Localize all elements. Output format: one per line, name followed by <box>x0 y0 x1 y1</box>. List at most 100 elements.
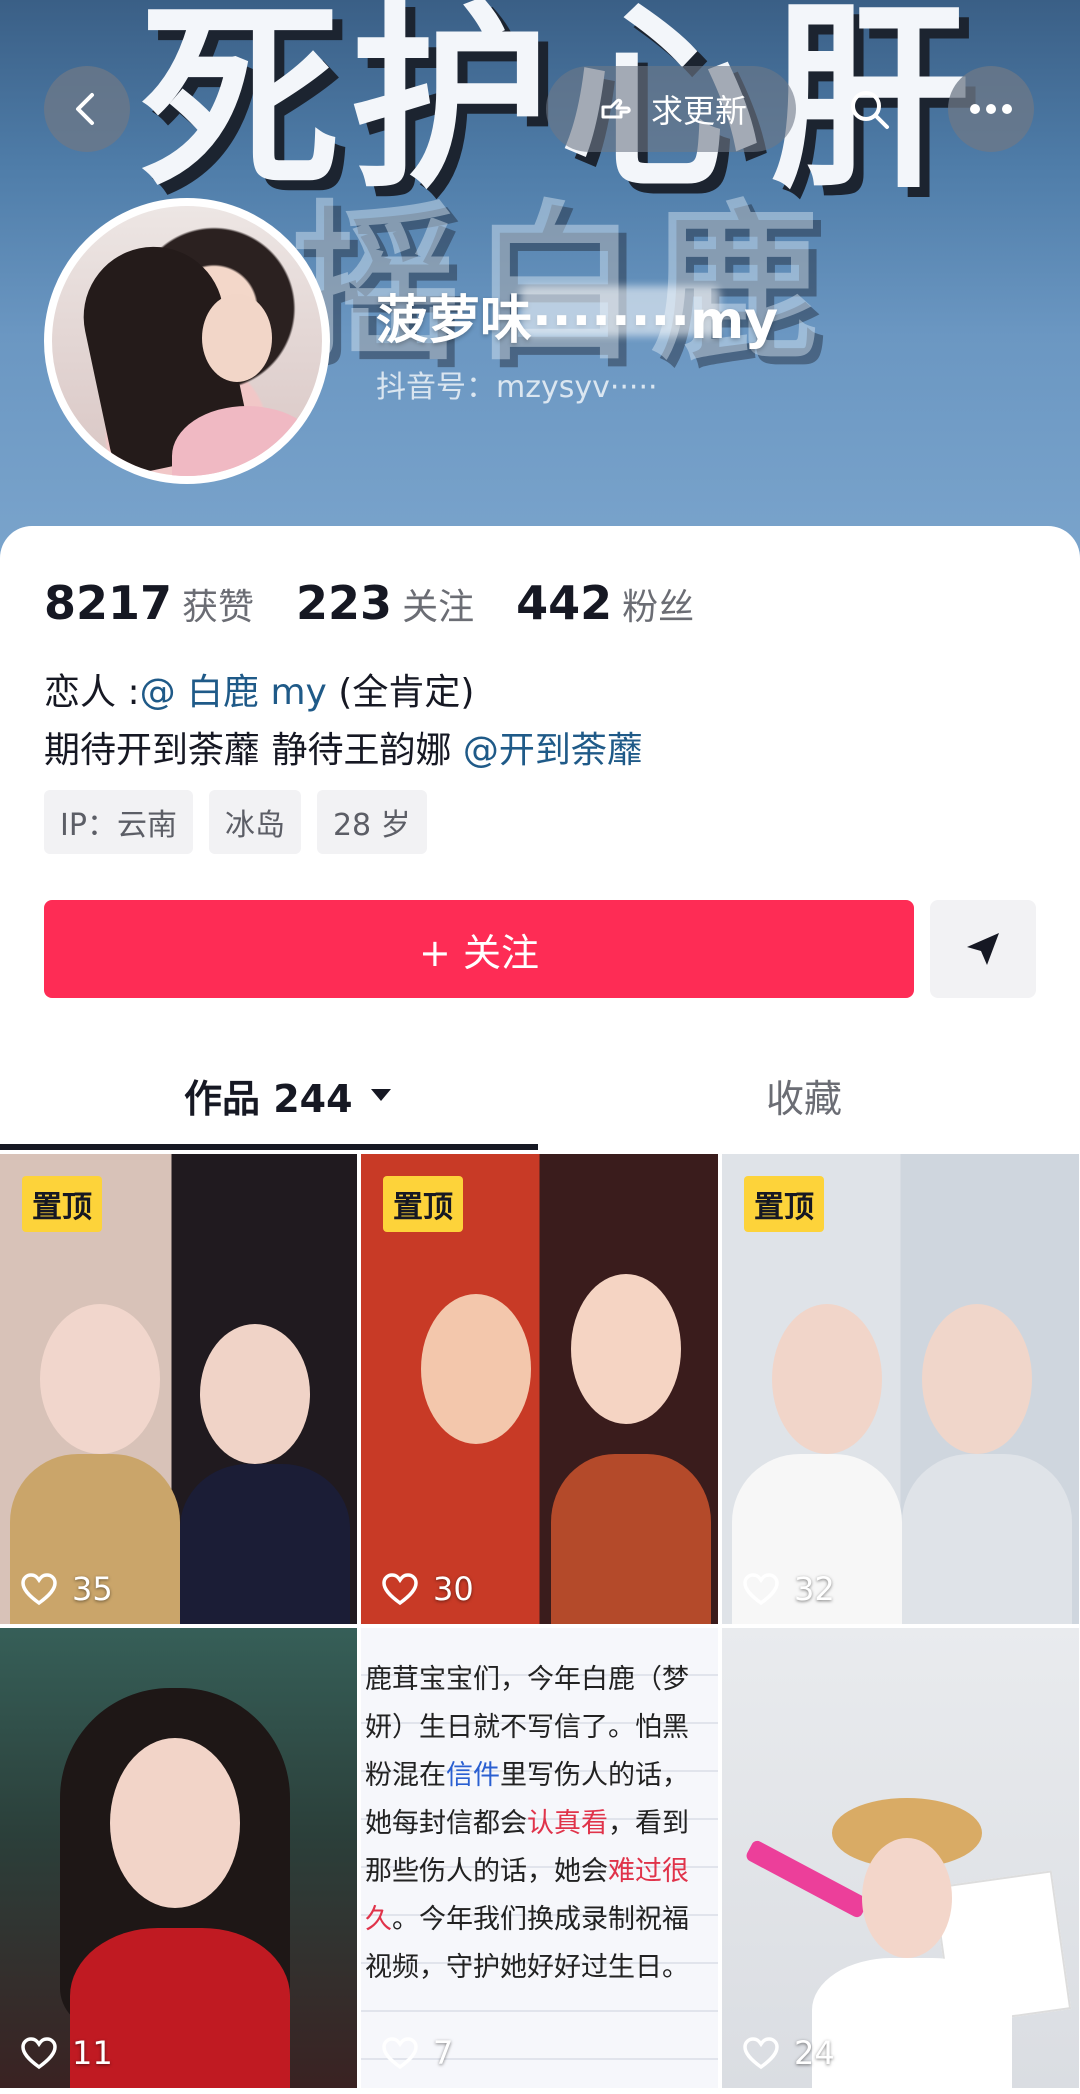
thumb-figure <box>551 1454 711 1624</box>
note-line: 她每封信都会 <box>365 1808 527 1839</box>
heart-icon <box>21 1573 57 1606</box>
like-count-value: 11 <box>72 2034 113 2072</box>
like-count: 35 <box>20 1570 113 1608</box>
bio-mention-kaidaotumi[interactable]: @开到荼蘼 <box>463 730 643 771</box>
like-count: 7 <box>381 2034 453 2072</box>
video-tile[interactable]: 置顶 35 <box>0 1154 357 1624</box>
request-update-button[interactable]: 求更新 <box>546 66 796 152</box>
like-count-value: 35 <box>72 1570 113 1608</box>
more-dots-icon <box>970 104 1012 114</box>
stat-following[interactable]: 223 关注 <box>296 576 474 630</box>
stat-likes[interactable]: 8217 获赞 <box>44 576 254 630</box>
stat-following-value: 223 <box>296 576 393 630</box>
like-count: 30 <box>381 1570 474 1608</box>
bio-line-2: 期待开到荼蘼 静待王韵娜 @开到荼蘼 <box>44 722 643 780</box>
like-count-value: 7 <box>433 2034 454 2072</box>
stat-likes-label: 获赞 <box>182 587 255 628</box>
heart-icon <box>743 2037 779 2070</box>
thumb-figure <box>902 1454 1072 1624</box>
heart-icon <box>382 2037 418 2070</box>
thumb-figure <box>812 1958 1012 2088</box>
stat-followers-value: 442 <box>516 576 613 630</box>
note-line: 鹿茸宝宝们，今年白鹿（ <box>365 1664 662 1695</box>
thumb-figure <box>571 1274 681 1424</box>
like-count: 11 <box>20 2034 113 2072</box>
back-button[interactable] <box>44 66 130 152</box>
stats-row: 8217 获赞 223 关注 442 粉丝 <box>44 576 694 630</box>
bio-line2-prefix: 期待开到荼蘼 静待王韵娜 <box>44 730 463 771</box>
note-line: 粉混在 <box>365 1760 446 1791</box>
thumb-figure <box>200 1324 310 1464</box>
tab-favorites[interactable]: 收藏 <box>766 1046 842 1144</box>
thumb-figure <box>421 1294 531 1444</box>
back-arrow-icon <box>76 93 94 125</box>
tab-works[interactable]: 作品 244 <box>184 1046 395 1144</box>
like-count-value: 30 <box>433 1570 474 1608</box>
profile-card: 8217 获赞 223 关注 442 粉丝 恋人 :@ 白鹿 my (全肯定) 期待开… <box>0 526 1080 2094</box>
tab-favorites-label: 收藏 <box>766 1076 843 1121</box>
like-count: 24 <box>742 2034 835 2072</box>
note-line: 里写伤人的话， <box>500 1760 689 1791</box>
note-highlight: 难过很 <box>608 1856 689 1887</box>
thumb-figure <box>922 1304 1032 1454</box>
request-update-label: 求更新 <box>650 92 747 130</box>
nickname-redaction <box>520 286 720 336</box>
stat-followers[interactable]: 442 粉丝 <box>516 576 694 630</box>
bio: 恋人 :@ 白鹿 my (全肯定) 期待开到荼蘼 静待王韵娜 @开到荼蘼 <box>44 664 643 780</box>
pinned-badge: 置顶 <box>22 1176 102 1232</box>
note-line: 那些伤人的话，她会 <box>365 1856 608 1887</box>
avatar[interactable] <box>44 198 330 484</box>
profile-tags: IP：云南 冰岛 28 岁 <box>44 790 427 854</box>
like-count: 32 <box>742 1570 835 1608</box>
douyin-id[interactable]: 抖音号：mzysyv····· <box>376 362 658 406</box>
search-icon <box>851 91 889 129</box>
triangle-down-icon <box>370 1089 391 1101</box>
heart-icon <box>743 1573 779 1606</box>
tag-ip: IP：云南 <box>44 790 193 854</box>
content-tabs: 作品 244 收藏 <box>0 1046 1080 1144</box>
stat-likes-value: 8217 <box>44 576 173 630</box>
bio-line1-prefix: 恋人 : <box>44 672 140 713</box>
follow-button[interactable]: + 关注 <box>44 900 914 998</box>
pinned-badge: 置顶 <box>383 1176 463 1232</box>
thumb-figure <box>110 1738 240 1908</box>
note-highlight: 认真看 <box>527 1808 608 1839</box>
bio-mention-bailu[interactable]: @ 白鹿 my <box>140 672 327 713</box>
note-line: ，看到 <box>608 1808 689 1839</box>
stat-following-label: 关注 <box>402 587 475 628</box>
heart-hand-icon <box>601 98 631 119</box>
video-grid: 置顶 35 置顶 30 置顶 32 11 鹿茸宝宝们，今年白鹿（梦 妍）生日就不… <box>0 1154 1080 2088</box>
like-count-value: 32 <box>794 1570 835 1608</box>
stat-followers-label: 粉丝 <box>622 587 695 628</box>
heart-icon <box>382 1573 418 1606</box>
more-button[interactable] <box>948 66 1034 152</box>
note-text: 鹿茸宝宝们，今年白鹿（梦 妍）生日就不写信了。怕黑 粉混在信件里写伤人的话， 她… <box>361 1656 718 1992</box>
note-line: 。今年我们换成录制祝福 <box>392 1904 689 1935</box>
send-icon <box>967 933 999 965</box>
video-tile[interactable]: 鹿茸宝宝们，今年白鹿（梦 妍）生日就不写信了。怕黑 粉混在信件里写伤人的话， 她… <box>361 1628 718 2088</box>
video-tile[interactable]: 置顶 32 <box>722 1154 1079 1624</box>
bio-line-1: 恋人 :@ 白鹿 my (全肯定) <box>44 664 643 722</box>
note-line: 妍）生日就不写信了。怕黑 <box>365 1712 689 1743</box>
thumb-figure <box>772 1304 882 1454</box>
note-line: 梦 <box>662 1664 689 1695</box>
video-tile[interactable]: 置顶 30 <box>361 1154 718 1624</box>
note-line: 视频，守护她好好过生日。 <box>365 1952 689 1983</box>
tag-location: 冰岛 <box>208 790 301 854</box>
note-highlight: 信件 <box>446 1760 500 1791</box>
share-button[interactable] <box>930 900 1036 998</box>
video-tile[interactable]: 24 <box>722 1628 1079 2088</box>
note-highlight: 久 <box>365 1904 392 1935</box>
thumb-figure <box>862 1838 952 1958</box>
tab-indicator <box>0 1144 538 1150</box>
search-button[interactable] <box>826 66 912 152</box>
pinned-badge: 置顶 <box>744 1176 824 1232</box>
avatar-face <box>202 294 272 382</box>
like-count-value: 24 <box>794 2034 835 2072</box>
tag-age: 28 岁 <box>316 790 427 854</box>
thumb-figure <box>40 1304 160 1454</box>
video-tile[interactable]: 11 <box>0 1628 357 2088</box>
tab-works-label: 作品 244 <box>184 1076 353 1121</box>
thumb-figure <box>180 1464 350 1624</box>
bio-line1-suffix: (全肯定) <box>326 672 475 713</box>
